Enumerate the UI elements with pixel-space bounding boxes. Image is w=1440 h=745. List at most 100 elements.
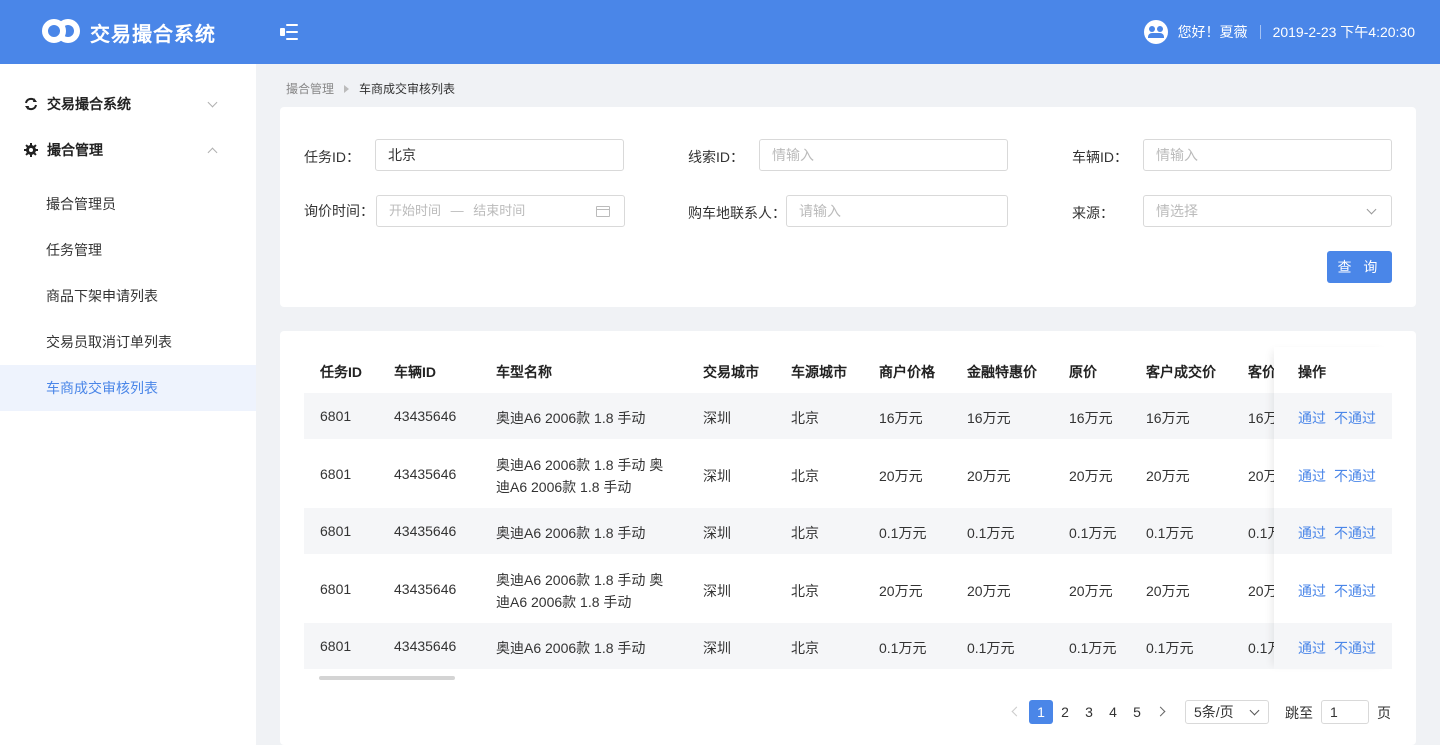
breadcrumb-parent[interactable]: 撮合管理 (286, 80, 334, 97)
cell-vehicle-id: 43435646 (394, 466, 457, 482)
source-select-placeholder: 情选择 (1156, 203, 1198, 219)
chevron-down-icon (1366, 204, 1377, 215)
col-merchant-price: 商户价格 (879, 364, 935, 380)
contact-input[interactable]: 请输入 (786, 195, 1008, 227)
sidebar: 交易撮合系统 撮合管理 撮合管理员 任务管理 商品下架申请列表 交易员取消订单列… (0, 64, 256, 745)
col-vehicle-id: 车辆ID (394, 364, 436, 380)
page-size-select[interactable]: 5条/页 (1185, 700, 1269, 724)
lead-id-input[interactable]: 情输入 (759, 139, 1008, 171)
cell-task-id: 6801 (320, 638, 352, 654)
cell-vehicle-id: 43435646 (394, 408, 457, 424)
horizontal-scrollbar[interactable] (319, 676, 455, 680)
query-button[interactable]: 查 询 (1327, 251, 1392, 283)
cell-deal-price: 20万元 (1146, 583, 1190, 599)
sidebar-item-delist-requests[interactable]: 商品下架申请列表 (0, 273, 256, 319)
contact-label: 购车地联系人： (688, 205, 786, 221)
reject-link[interactable]: 不通过 (1334, 638, 1376, 658)
source-select[interactable]: 情选择 (1143, 195, 1392, 227)
approve-link[interactable]: 通过 (1298, 638, 1326, 658)
cell-original-price: 20万元 (1069, 468, 1113, 484)
top-header: 交易撮合系统 您好！夏薇 2019-2-23 下午4:20:30 (0, 0, 1440, 64)
cell-deal-price: 20万元 (1146, 468, 1190, 484)
prev-page-icon[interactable] (1011, 706, 1022, 717)
page-size-value: 5条/页 (1194, 704, 1234, 720)
approve-link[interactable]: 通过 (1298, 581, 1326, 601)
cell-deal-price: 0.1万元 (1146, 525, 1194, 541)
user-greeting[interactable]: 您好！夏薇 (1178, 22, 1248, 42)
start-time-placeholder[interactable]: 开始时间 (389, 203, 441, 218)
vehicle-id-input[interactable]: 情输入 (1143, 139, 1392, 171)
sidebar-group-trading-system[interactable]: 交易撮合系统 (0, 81, 256, 127)
cell-original-price: 16万元 (1069, 410, 1113, 426)
reject-link[interactable]: 不通过 (1334, 523, 1376, 543)
action-cell: 通过 不通过 (1274, 393, 1392, 439)
app-logo[interactable]: 交易撮合系统 (42, 17, 216, 47)
action-cell: 通过 不通过 (1274, 439, 1392, 508)
cell-source-city: 北京 (791, 525, 819, 541)
actions-column: 操作 通过 不通过 通过 不通过 通过 不通过 通过 不通过 通过 不通过 (1274, 347, 1392, 669)
chevron-up-icon (207, 147, 218, 158)
cell-original-price: 0.1万元 (1069, 525, 1117, 541)
pagination: 1 2 3 4 5 5条/页 跳至 1 页 (280, 700, 1416, 724)
cell-trade-city: 深圳 (703, 583, 731, 599)
col-source-city: 车源城市 (791, 364, 847, 380)
next-page-icon[interactable] (1155, 706, 1166, 717)
cell-original-price: 20万元 (1069, 583, 1113, 599)
cell-model-name: 奥迪A6 2006款 1.8 手动 奥 (496, 457, 664, 473)
end-time-placeholder[interactable]: 结束时间 (473, 203, 525, 218)
col-original-price: 原价 (1069, 364, 1097, 380)
page-2[interactable]: 2 (1053, 700, 1077, 724)
cell-finance-price: 0.1万元 (967, 525, 1015, 541)
user-avatar-icon[interactable] (1143, 20, 1168, 44)
lead-id-label: 线索ID： (688, 149, 744, 165)
approve-link[interactable]: 通过 (1298, 466, 1326, 486)
page-1[interactable]: 1 (1029, 700, 1053, 724)
cell-deal-price: 16万元 (1146, 410, 1190, 426)
table-row: 6801 43435646 奥迪A6 2006款 1.8 手动 深圳 北京 0.… (304, 508, 1392, 554)
chevron-down-icon (1249, 705, 1260, 716)
cell-vehicle-id: 43435646 (394, 581, 457, 597)
sync-icon (24, 97, 38, 111)
breadcrumb-current: 车商成交审核列表 (359, 82, 456, 96)
cell-finance-price: 20万元 (967, 583, 1011, 599)
cell-source-city: 北京 (791, 468, 819, 484)
page-3[interactable]: 3 (1077, 700, 1101, 724)
cell-trade-city: 深圳 (703, 640, 731, 656)
current-datetime: 2019-2-23 下午4:20:30 (1272, 24, 1415, 40)
cell-task-id: 6801 (320, 581, 352, 597)
sidebar-group-label: 交易撮合系统 (47, 96, 131, 112)
cell-source-city: 北京 (791, 640, 819, 656)
inquiry-time-range-picker[interactable]: 开始时间 — 结束时间 (376, 195, 625, 227)
cell-model-name: 奥迪A6 2006款 1.8 手动 (496, 410, 646, 426)
cell-merchant-price: 20万元 (879, 583, 923, 599)
menu-collapse-icon[interactable] (280, 24, 298, 40)
sidebar-item-cancel-orders[interactable]: 交易员取消订单列表 (0, 319, 256, 365)
user-info: 您好！夏薇 2019-2-23 下午4:20:30 (1143, 20, 1415, 44)
sidebar-item-matching-admin[interactable]: 撮合管理员 (0, 181, 256, 227)
sidebar-group-label: 撮合管理 (47, 142, 103, 158)
jump-page-input[interactable]: 1 (1321, 700, 1369, 724)
page-4[interactable]: 4 (1101, 700, 1125, 724)
cell-task-id: 6801 (320, 408, 352, 424)
cell-original-price: 0.1万元 (1069, 640, 1117, 656)
cell-vehicle-id: 43435646 (394, 523, 457, 539)
cell-task-id: 6801 (320, 523, 352, 539)
page-5[interactable]: 5 (1125, 700, 1149, 724)
task-id-label: 任务ID： (304, 149, 360, 165)
reject-link[interactable]: 不通过 (1334, 581, 1376, 601)
sidebar-item-dealer-review[interactable]: 车商成交审核列表 (0, 365, 256, 411)
approve-link[interactable]: 通过 (1298, 523, 1326, 543)
action-cell: 通过 不通过 (1274, 623, 1392, 669)
approve-link[interactable]: 通过 (1298, 408, 1326, 428)
sidebar-group-matching-management[interactable]: 撮合管理 (0, 127, 256, 173)
vehicle-id-label: 车辆ID： (1072, 149, 1128, 165)
task-id-input[interactable]: 北京 (375, 139, 624, 171)
cell-merchant-price: 0.1万元 (879, 640, 927, 656)
reject-link[interactable]: 不通过 (1334, 466, 1376, 486)
cell-source-city: 北京 (791, 410, 819, 426)
sidebar-item-task-management[interactable]: 任务管理 (0, 227, 256, 273)
cell-trade-city: 深圳 (703, 410, 731, 426)
cell-model-name-cont: 迪A6 2006款 1.8 手动 (496, 479, 632, 495)
reject-link[interactable]: 不通过 (1334, 408, 1376, 428)
table-row: 6801 43435646 奥迪A6 2006款 1.8 手动 深圳 北京 0.… (304, 623, 1392, 669)
